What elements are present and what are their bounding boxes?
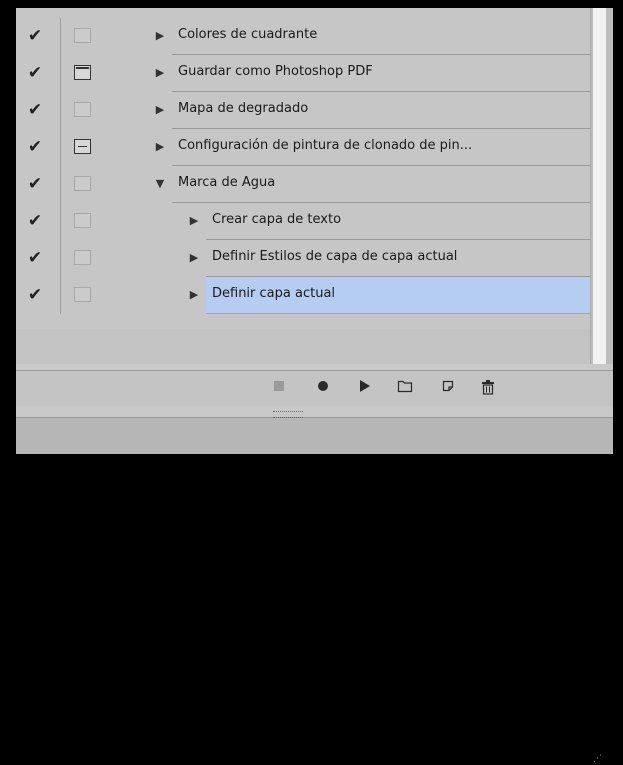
dialog-toggle-box[interactable] [74,139,91,154]
play-icon [360,380,370,392]
dialog-toggle-box[interactable] [74,102,91,117]
dialog-toggle-box[interactable] [74,213,91,228]
collapsed-arrow-icon[interactable]: ▶ [153,65,167,81]
partial-toggle-icon [78,146,87,147]
action-label-cell[interactable]: Definir Estilos de capa de capa actual [206,240,590,277]
dialog-toggle-box[interactable] [74,250,91,265]
collapsed-arrow-icon[interactable]: ▶ [187,250,201,266]
collapsed-arrow-icon[interactable]: ▶ [187,213,201,229]
include-toggle-cell[interactable]: ✔ [16,203,61,240]
trash-icon [482,380,494,395]
delete-button[interactable] [476,379,500,399]
include-toggle-cell[interactable]: ✔ [16,55,61,92]
include-toggle-cell[interactable]: ✔ [16,92,61,129]
action-label: Crear capa de texto [212,212,342,227]
checkmark-icon[interactable]: ✔ [24,248,46,268]
actions-panel: ✔ ▶ Colores de cuadrante ✔ ▶ Guardar como Pho… [10,8,613,764]
vertical-scrollbar[interactable] [590,8,613,364]
action-row[interactable]: ✔ ▶ Guardar como Photoshop PDF [16,55,590,92]
include-toggle-cell[interactable]: ✔ [16,18,61,55]
checkmark-icon[interactable]: ✔ [24,63,46,83]
dialog-toggle-icon [76,67,89,69]
action-label: Definir Estilos de capa de capa actual [212,249,458,264]
action-label-cell[interactable]: Crear capa de texto [206,203,590,240]
include-toggle-cell[interactable]: ✔ [16,240,61,277]
checkmark-icon[interactable]: ✔ [24,100,46,120]
new-action-button[interactable] [436,379,460,399]
action-label-cell[interactable]: Mapa de degradado [172,92,590,129]
action-row[interactable]: ✔ ▼ Marca de Agua [16,166,590,203]
new-set-button[interactable] [393,379,417,399]
panel-footer [16,418,613,454]
action-label-cell[interactable]: Marca de Agua [172,166,590,203]
new-action-icon [442,380,454,392]
action-row[interactable]: ✔ ▶ Crear capa de texto [16,203,590,240]
action-label: Mapa de degradado [178,101,309,116]
dialog-toggle-box[interactable] [74,287,91,302]
actions-list: ✔ ▶ Colores de cuadrante ✔ ▶ Guardar como Pho… [16,8,590,329]
expanded-arrow-icon[interactable]: ▼ [153,176,167,192]
checkmark-icon[interactable]: ✔ [24,174,46,194]
record-icon [318,381,328,391]
include-toggle-cell[interactable]: ✔ [16,166,61,203]
action-row[interactable]: ✔ ▶ Mapa de degradado [16,92,590,129]
record-button[interactable] [311,379,335,399]
action-label: Marca de Agua [178,175,276,190]
collapsed-arrow-icon[interactable]: ▶ [153,139,167,155]
action-row[interactable]: ✔ ▶ Configuración de pintura de clonado de… [16,129,590,166]
action-label-cell[interactable]: Guardar como Photoshop PDF [172,55,590,92]
dialog-toggle-box[interactable] [74,65,91,80]
action-row[interactable]: ✔ ▶ Colores de cuadrante [16,18,590,55]
action-label-cell[interactable]: Colores de cuadrante [172,18,590,55]
action-label: Configuración de pintura de clonado de p… [178,138,473,153]
include-toggle-cell[interactable]: ✔ [16,129,61,166]
actions-toolbar: ⋰ [16,370,613,764]
folder-icon [397,380,413,393]
stop-icon [274,381,284,391]
screenshot-frame: ✔ ▶ Colores de cuadrante ✔ ▶ Guardar como Pho… [0,0,623,764]
resize-grip-icon[interactable]: ⋰ [593,753,607,765]
checkmark-icon[interactable]: ✔ [24,285,46,305]
collapsed-arrow-icon[interactable]: ▶ [153,28,167,44]
include-toggle-cell[interactable]: ✔ [16,277,61,314]
actions-list-empty-area [16,329,590,364]
action-row[interactable]: ✔ ▶ Definir Estilos de capa de capa actual [16,240,590,277]
play-button[interactable] [352,379,376,399]
dialog-toggle-box[interactable] [74,28,91,43]
action-label: Colores de cuadrante [178,27,318,42]
action-label: Definir capa actual [212,286,336,301]
checkmark-icon[interactable]: ✔ [24,26,46,46]
stop-button[interactable] [267,379,291,399]
checkmark-icon[interactable]: ✔ [24,211,46,231]
panel-bottom-strip [16,406,613,418]
dialog-toggle-box[interactable] [74,176,91,191]
action-row[interactable]: ✔ ▶ Definir capa actual [16,277,590,314]
collapsed-arrow-icon[interactable]: ▶ [187,287,201,303]
selected-action-cell[interactable]: Definir capa actual [206,277,590,314]
action-label-cell[interactable]: Configuración de pintura de clonado de p… [172,129,590,166]
action-label: Guardar como Photoshop PDF [178,64,373,79]
scrollbar-thumb[interactable] [593,8,606,364]
collapsed-arrow-icon[interactable]: ▶ [153,102,167,118]
panel-drag-handle[interactable] [273,411,303,418]
checkmark-icon[interactable]: ✔ [24,137,46,157]
